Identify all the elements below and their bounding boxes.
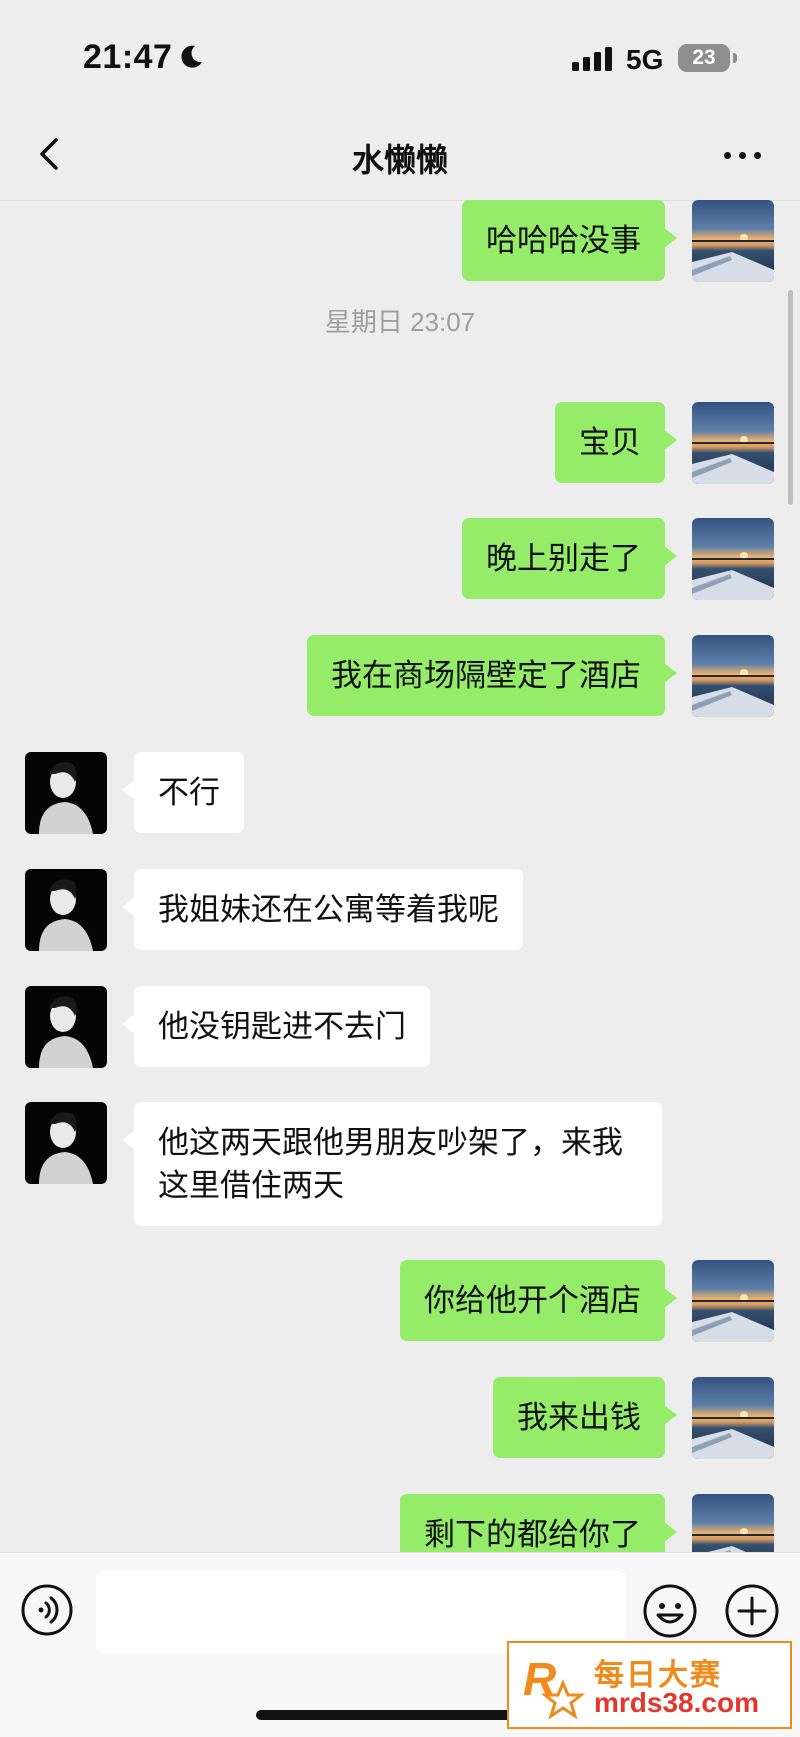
message-list[interactable]: 哈哈哈没事 星期日 23:07 宝贝 晚上别走了 我在商场隔壁定了酒店 不行 我… [0,200,800,1552]
message-text: 他这两天跟他男朋友吵架了，来我这里借住两天 [158,1125,623,1203]
my-avatar[interactable] [692,1494,774,1552]
emoji-icon[interactable] [642,1583,698,1639]
home-indicator[interactable] [256,1710,544,1720]
my-avatar[interactable] [692,635,774,717]
my-avatar[interactable] [692,402,774,484]
message-text: 晚上别走了 [486,541,641,576]
outgoing-message-bubble[interactable]: 剩下的都给你了 [400,1494,677,1552]
watermark-url: mrds38.com [594,1687,759,1718]
incoming-message-bubble[interactable]: 他这两天跟他男朋友吵架了，来我这里借住两天 [122,1102,662,1226]
contact-avatar[interactable] [25,1102,107,1184]
battery-indicator: 23 [678,44,730,72]
outgoing-message-bubble[interactable]: 我在商场隔壁定了酒店 [307,635,677,716]
message-text: 我在商场隔壁定了酒店 [331,658,641,693]
chat-title: 水懒懒 [351,142,448,178]
my-avatar[interactable] [692,200,774,282]
do-not-disturb-moon-icon [181,45,202,68]
message-text: 剩下的都给你了 [424,1517,641,1552]
message-text: 宝贝 [579,425,641,460]
outgoing-message-bubble[interactable]: 哈哈哈没事 [462,200,677,281]
message-text: 不行 [158,775,220,810]
scrollbar[interactable] [788,290,793,505]
watermark-logo-icon: R [523,1653,586,1720]
message-text: 他没钥匙进不去门 [158,1009,406,1044]
my-avatar[interactable] [692,1260,774,1342]
voice-input-icon[interactable] [20,1583,74,1637]
cellular-signal-icon [572,47,612,71]
incoming-message-bubble[interactable]: 不行 [122,752,244,833]
watermark-logo-letter: R [523,1653,556,1705]
status-bar: 21:47 5G 23 [0,0,800,110]
contact-avatar[interactable] [25,752,107,834]
outgoing-message-bubble[interactable]: 宝贝 [555,402,677,483]
message-text: 哈哈哈没事 [486,223,641,258]
watermark: R 每日大赛 mrds38.com [507,1641,792,1729]
add-attachment-icon[interactable] [724,1583,780,1639]
status-time: 21:47 [83,38,173,76]
my-avatar[interactable] [692,518,774,600]
outgoing-message-bubble[interactable]: 你给他开个酒店 [400,1260,677,1341]
contact-avatar[interactable] [25,869,107,951]
contact-avatar[interactable] [25,986,107,1068]
incoming-message-bubble[interactable]: 他没钥匙进不去门 [122,986,430,1067]
message-text: 我来出钱 [517,1400,641,1435]
battery-tip [733,53,737,63]
my-avatar[interactable] [692,1377,774,1459]
more-options-button[interactable] [722,140,764,170]
chat-header: 水懒懒 [0,110,800,201]
outgoing-message-bubble[interactable]: 我来出钱 [493,1377,677,1458]
message-text: 我姐妹还在公寓等着我呢 [158,892,499,927]
incoming-message-bubble[interactable]: 我姐妹还在公寓等着我呢 [122,869,523,950]
message-text: 你给他开个酒店 [424,1283,641,1318]
outgoing-message-bubble[interactable]: 晚上别走了 [462,518,677,599]
network-type: 5G [626,44,664,75]
timestamp-divider: 星期日 23:07 [324,307,476,337]
